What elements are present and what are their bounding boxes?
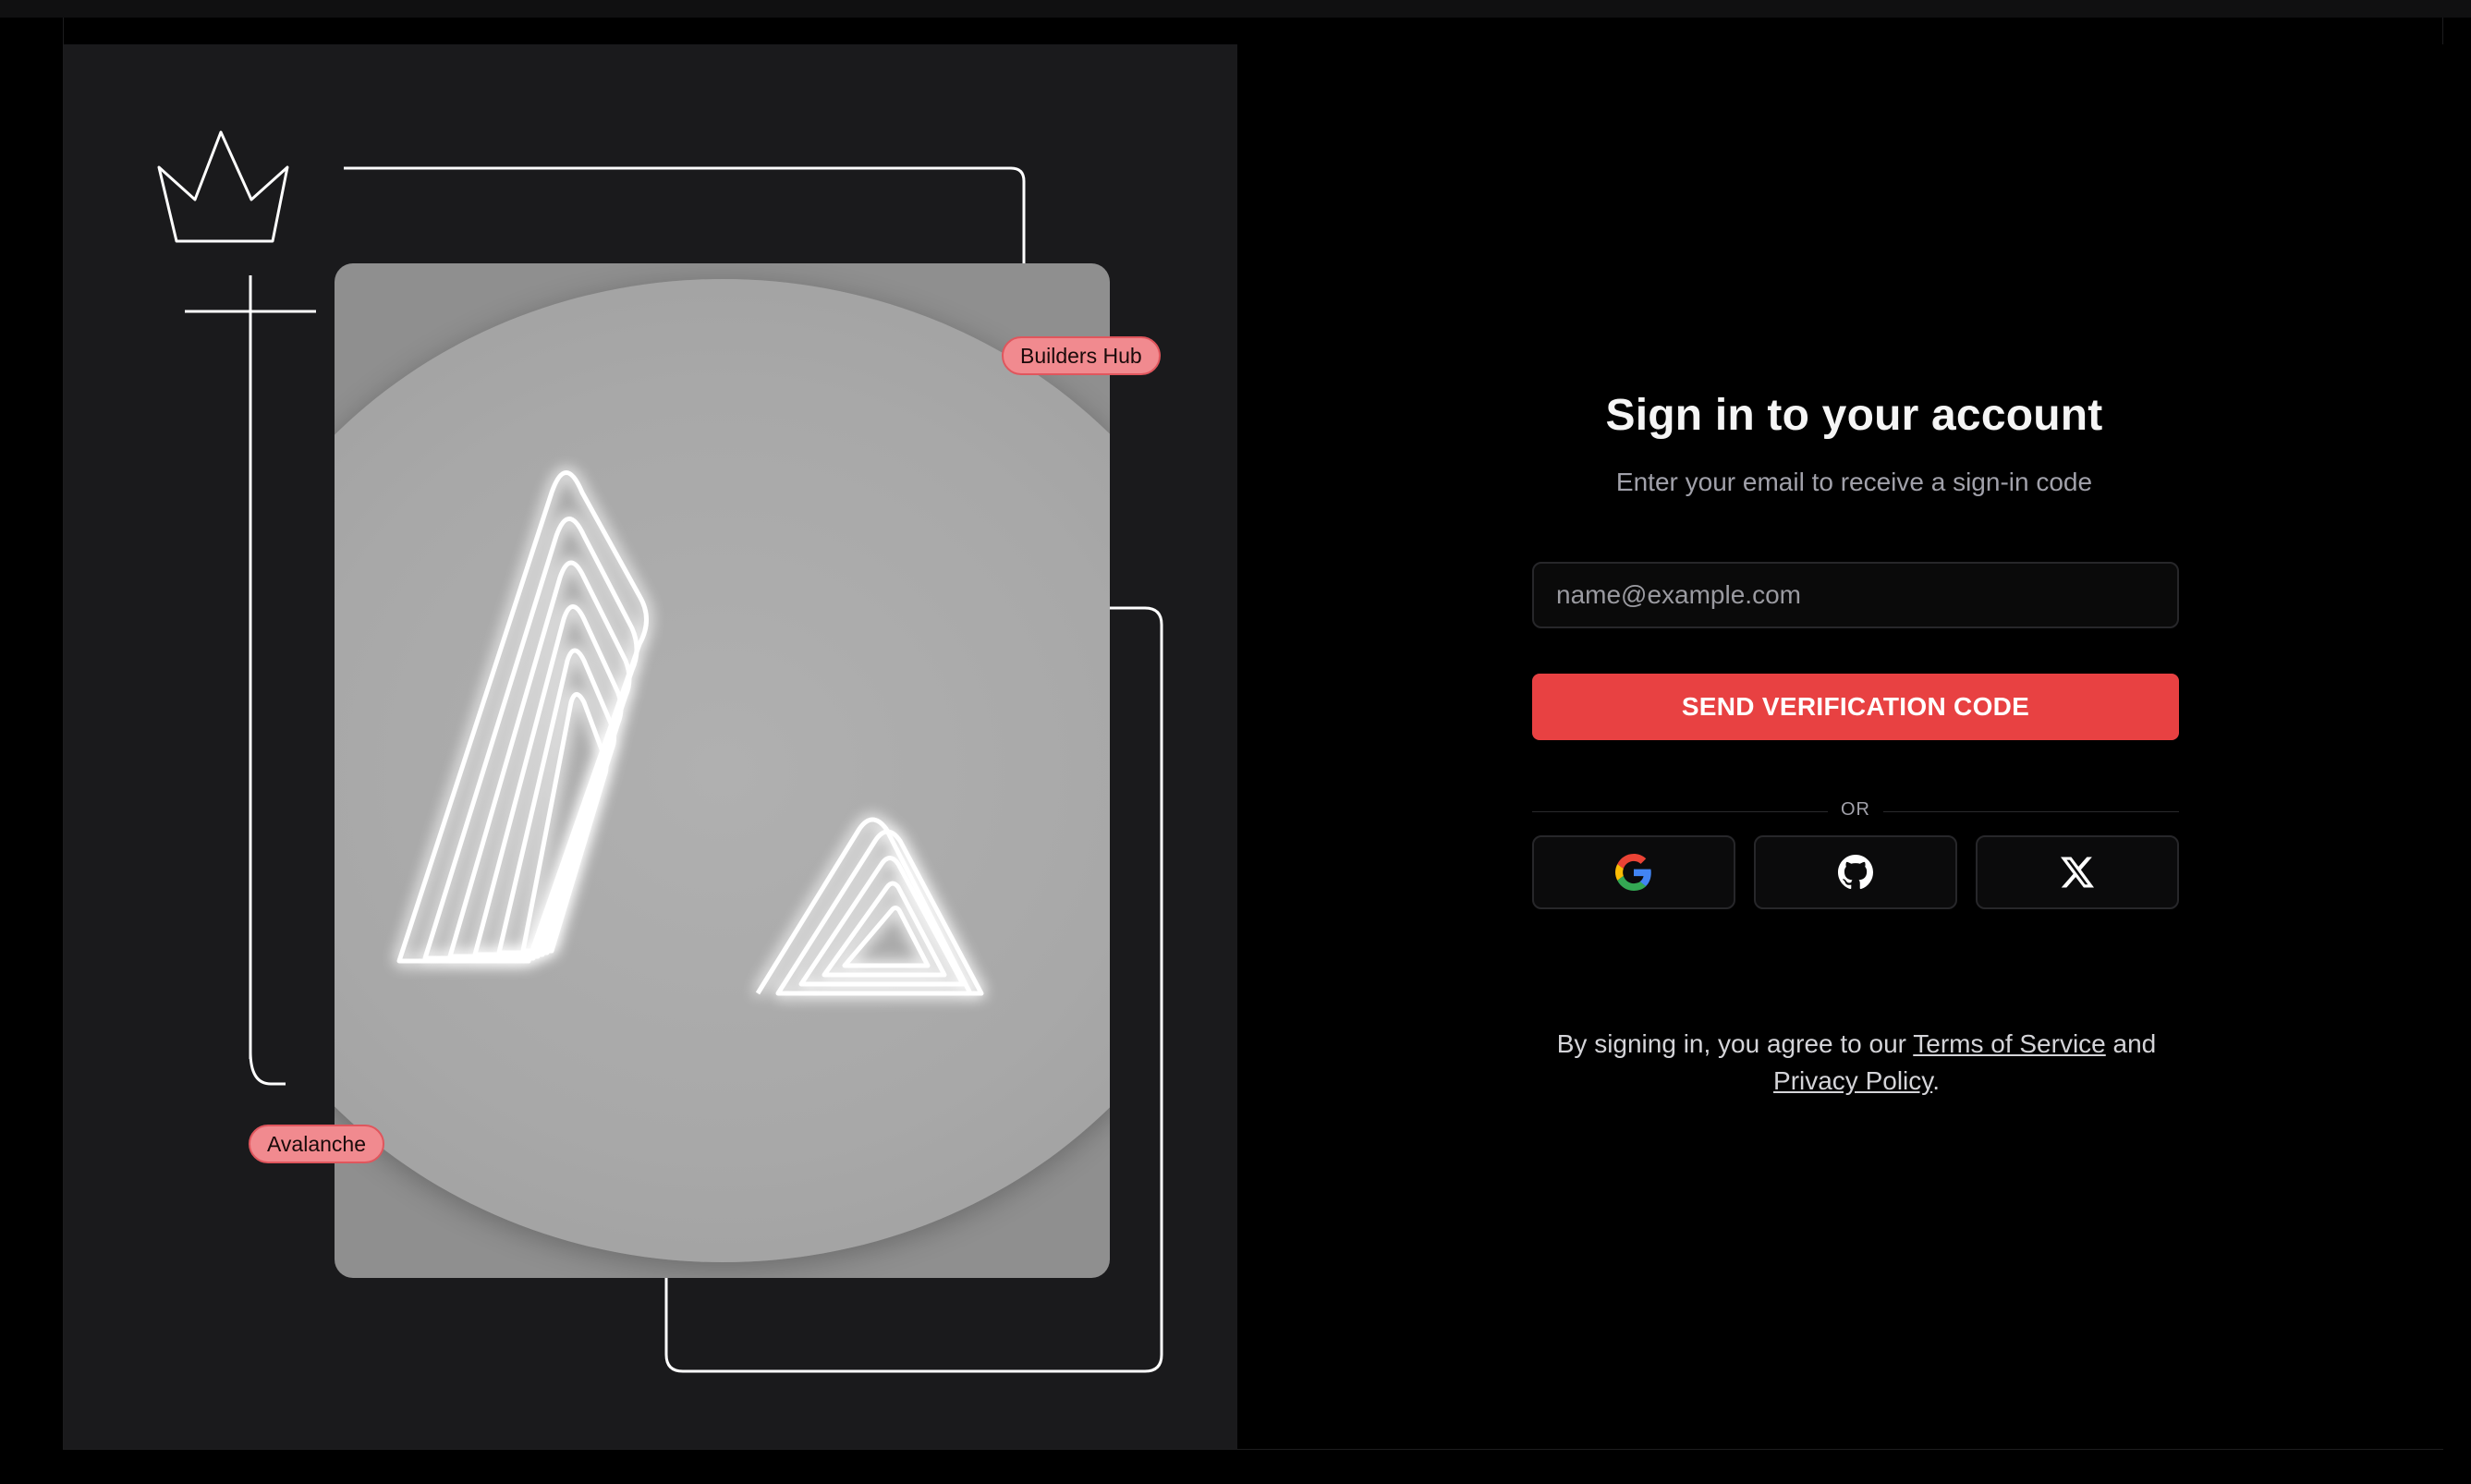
divider-line-right <box>1883 811 2179 812</box>
legal-prefix: By signing in, you agree to our <box>1556 1029 1914 1058</box>
x-icon <box>2061 857 2094 888</box>
art-panel: Builders Hub Avalanche <box>64 44 1237 1449</box>
github-icon <box>1838 855 1873 890</box>
logo-card <box>335 263 1110 1278</box>
x-login-button[interactable] <box>1976 835 2179 909</box>
privacy-policy-link[interactable]: Privacy Policy <box>1773 1066 1932 1095</box>
page-subtitle: Enter your email to receive a sign-in co… <box>1615 468 2093 496</box>
google-icon <box>1615 854 1651 891</box>
or-divider: OR <box>1532 797 2179 825</box>
crown-icon <box>157 130 316 1059</box>
avalanche-logo <box>396 470 984 996</box>
github-login-button[interactable] <box>1754 835 1957 909</box>
google-login-button[interactable] <box>1532 835 1735 909</box>
email-field[interactable] <box>1532 562 2179 628</box>
divider-label: OR <box>1841 799 1870 820</box>
signin-panel: Sign in to your account Enter your email… <box>1237 44 2443 1449</box>
social-login-row <box>1532 835 2179 909</box>
legal-middle: and <box>2105 1029 2157 1058</box>
send-verification-code-button[interactable]: SEND VERIFICATION CODE <box>1532 674 2179 740</box>
avalanche-tag: Avalanche <box>249 1125 384 1163</box>
legal-notice: By signing in, you agree to our Terms of… <box>1515 1026 2198 1100</box>
page-title: Sign in to your account <box>1605 391 2103 440</box>
builders-hub-tag: Builders Hub <box>1002 336 1161 375</box>
terms-of-service-link[interactable]: Terms of Service <box>1913 1029 2106 1058</box>
top-bar <box>0 0 2471 18</box>
legal-suffix: . <box>1932 1066 1940 1095</box>
